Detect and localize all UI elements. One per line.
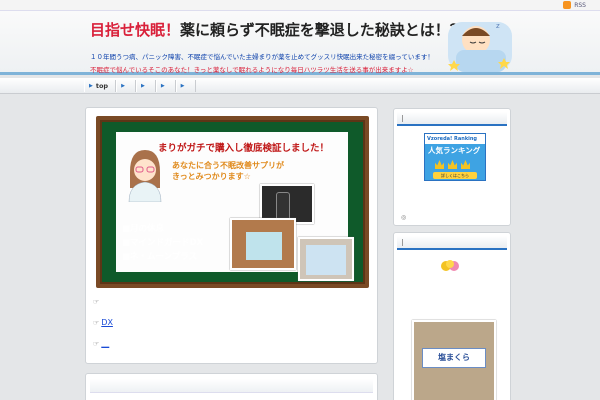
chalkboard-surface: まりがガチで購入し徹底検証しました！ あなたに合う不眠改善サプリが きっとみつか… xyxy=(100,120,365,284)
site-header: 目指せ快眠！薬に頼らず不眠症を撃退した秘訣とは！？ １０年間うつ病、パニック障害… xyxy=(0,11,600,75)
sidebar-widget-header xyxy=(397,236,507,250)
site-title-accent: 目指せ快眠！ xyxy=(90,21,181,39)
board-list-item: ■ネ・ムーンプラス xyxy=(122,252,198,262)
nav-arrow-icon: ▶ xyxy=(160,83,165,89)
nav-item-2[interactable]: ▶ xyxy=(116,80,136,92)
board-subtext-line1: あなたに合う不眠改善サプリが xyxy=(172,161,284,170)
post-link-item: ☞ DX xyxy=(93,318,113,327)
board-list-item: ■月の休息 xyxy=(122,224,165,234)
nav-item-label: top xyxy=(95,82,109,90)
second-post-header xyxy=(90,379,373,393)
board-subtext-line2: きっとみつかります☆ xyxy=(172,172,251,181)
site-description-line1: １０年間うつ病、パニック障害、不眠症で悩んでいた主婦まりが薬を止めてグッスリ快眠… xyxy=(90,53,434,61)
top-bar: RSS xyxy=(0,0,600,11)
rss-link[interactable]: RSS xyxy=(563,1,586,9)
nav-item-top[interactable]: ▶ top xyxy=(84,80,117,92)
product-photo-pack xyxy=(298,237,354,281)
pointing-hand-icon: ☞ xyxy=(93,298,100,306)
crown-icons xyxy=(435,160,470,169)
post-link[interactable]: DX xyxy=(101,318,113,327)
product-photo-box xyxy=(230,218,296,270)
banner-detail-button: 詳しくはこちら xyxy=(433,172,477,179)
nav-item-3[interactable]: ▶ xyxy=(135,80,156,92)
sidebar-widget-product: 塩まくら xyxy=(393,232,511,400)
nav-arrow-icon: ▶ xyxy=(121,83,125,89)
ranking-banner[interactable]: Vzoreda! Ranking 人気ランキング 詳しくはこちら xyxy=(424,133,486,181)
sidebar-widget-ranking: Vzoreda! Ranking 人気ランキング 詳しくはこちら ◎ xyxy=(393,108,511,226)
nav-arrow-icon: ▶ xyxy=(180,83,185,89)
nav-item-5[interactable]: ▶ xyxy=(175,80,196,92)
global-nav: ▶ top ▶ ▶ ▶ ▶ xyxy=(0,78,600,94)
site-title-rest: 薬に頼らず不眠症を撃退した秘訣とは！？ xyxy=(180,21,465,39)
nav-item-4[interactable]: ▶ xyxy=(155,80,176,92)
post-link-item: ☞ ＿ xyxy=(93,338,109,349)
board-headline: まりがガチで購入し徹底検証しました！ xyxy=(158,143,330,154)
rank-medal-icon xyxy=(441,260,459,271)
svg-text:z: z xyxy=(496,22,500,30)
main-post-card: まりがガチで購入し徹底検証しました！ あなたに合う不眠改善サプリが きっとみつか… xyxy=(85,107,378,364)
rss-label: RSS xyxy=(574,1,586,9)
girl-with-glasses-illustration xyxy=(128,150,162,202)
nav-arrow-icon: ▶ xyxy=(140,83,145,89)
post-link-item: ☞ xyxy=(93,298,101,306)
header-mark xyxy=(402,115,403,122)
second-post-card xyxy=(85,373,378,400)
sleeping-mascot-illustration: z xyxy=(448,22,512,72)
supplement-box xyxy=(246,232,282,260)
board-product-list: ■月の休息 ■マインドガードDX ■ネ・ムーンプラス xyxy=(122,222,203,264)
sidebar-widget-header xyxy=(397,112,507,126)
pointing-hand-icon: ☞ xyxy=(93,318,100,327)
site-title[interactable]: 目指せ快眠！薬に頼らず不眠症を撃退した秘訣とは！？ xyxy=(90,19,465,40)
supplement-pack xyxy=(306,245,346,275)
board-list-item: ■マインドガードDX xyxy=(122,238,204,248)
banner-top-text: Vzoreda! Ranking xyxy=(425,134,485,144)
product-image-pillow[interactable]: 塩まくら xyxy=(412,320,496,400)
crown-icon xyxy=(461,160,470,169)
banner-title: 人気ランキング xyxy=(428,146,481,155)
rss-icon xyxy=(563,1,572,9)
sidebar-bullet: ◎ xyxy=(401,214,407,221)
nav-arrow-icon: ▶ xyxy=(89,83,93,89)
crown-icon xyxy=(448,160,457,169)
post-link[interactable]: ＿ xyxy=(101,338,109,349)
board-subtext: あなたに合う不眠改善サプリが きっとみつかります☆ xyxy=(172,160,284,182)
crown-icon xyxy=(435,160,444,169)
product-label: 塩まくら xyxy=(422,348,486,368)
chalkboard-banner[interactable]: まりがガチで購入し徹底検証しました！ あなたに合う不眠改善サプリが きっとみつか… xyxy=(96,116,369,288)
header-mark xyxy=(402,239,403,246)
pointing-hand-icon: ☞ xyxy=(93,339,100,348)
site-description-line2: 不眠症で悩んでいるそこのあなた！きっと薬なしで眠れるようになり毎日ハツラツ生活を… xyxy=(90,66,414,74)
